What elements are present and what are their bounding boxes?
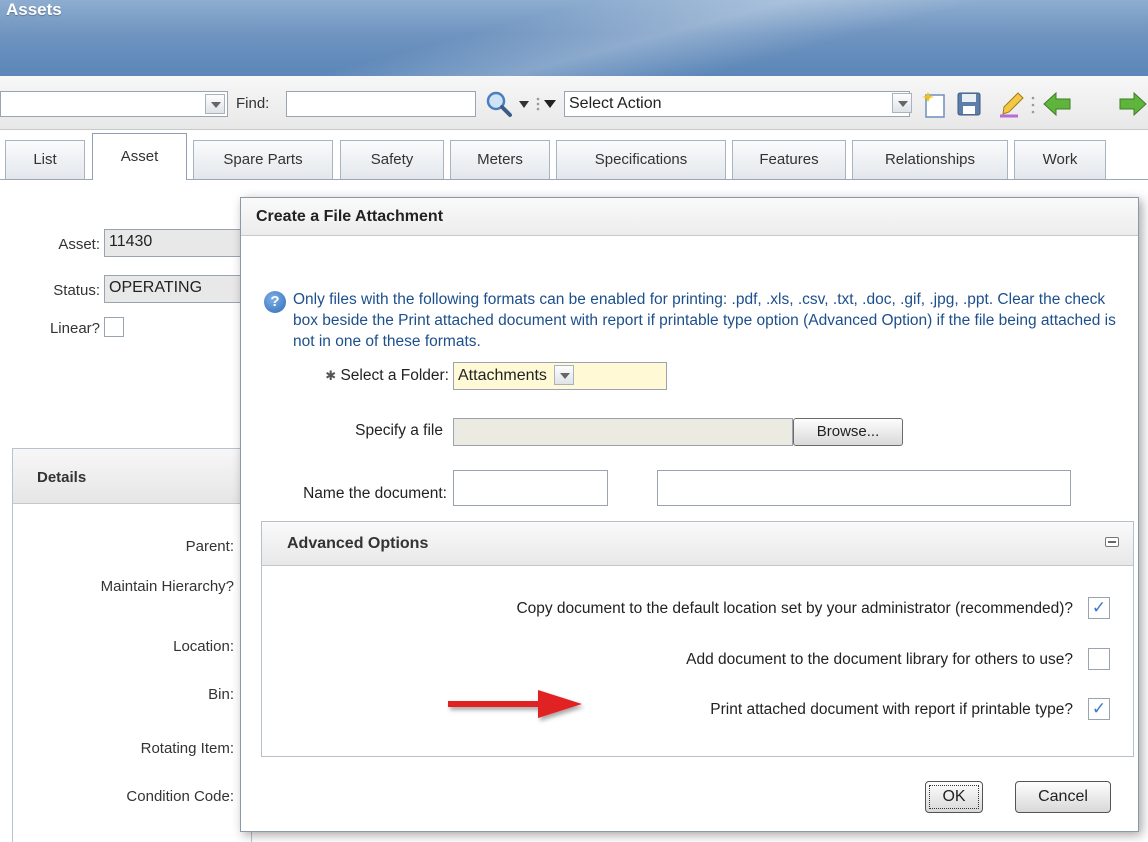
- browse-button[interactable]: Browse...: [793, 418, 903, 446]
- tab-list[interactable]: List: [5, 140, 85, 179]
- rotating-item-label: Rotating Item:: [140, 740, 234, 757]
- cancel-button[interactable]: Cancel: [1015, 781, 1111, 813]
- action-dropdown-icon[interactable]: [535, 96, 559, 112]
- action-select-button[interactable]: [890, 91, 912, 117]
- status-field[interactable]: OPERATING: [104, 275, 254, 303]
- chevron-down-icon[interactable]: [205, 94, 225, 114]
- search-icon[interactable]: [484, 89, 514, 119]
- ok-button[interactable]: OK: [925, 781, 983, 813]
- collapse-icon[interactable]: [1105, 537, 1119, 547]
- app-header: Assets: [0, 0, 1148, 76]
- bin-label: Bin:: [208, 686, 234, 703]
- asset-field[interactable]: 11430: [104, 229, 254, 257]
- advanced-options-title: Advanced Options: [262, 522, 1133, 566]
- tab-work[interactable]: Work: [1014, 140, 1106, 179]
- find-input[interactable]: [286, 91, 476, 117]
- maintain-hierarchy-label: Maintain Hierarchy?: [100, 578, 234, 595]
- query-select[interactable]: [0, 91, 228, 117]
- tab-meters[interactable]: Meters: [450, 140, 550, 179]
- linear-checkbox[interactable]: [104, 317, 124, 337]
- next-record-icon[interactable]: [1118, 89, 1148, 119]
- tab-features[interactable]: Features: [732, 140, 846, 179]
- file-attachment-dialog: Create a File Attachment ? Only files wi…: [240, 197, 1139, 832]
- select-action-label: Select Action: [569, 95, 662, 112]
- tab-specifications[interactable]: Specifications: [556, 140, 726, 179]
- select-action-dropdown[interactable]: Select Action: [564, 91, 910, 117]
- folder-label-wrap: ✱ Select a Folder:: [261, 367, 449, 385]
- chevron-down-icon[interactable]: [892, 93, 912, 113]
- tab-spare-parts[interactable]: Spare Parts: [193, 140, 333, 179]
- toolbar-separator: [1031, 96, 1035, 114]
- tab-safety[interactable]: Safety: [340, 140, 444, 179]
- info-message: Only files with the following formats ca…: [293, 291, 1116, 350]
- clear-changes-icon[interactable]: [996, 89, 1026, 119]
- required-icon: ✱: [325, 368, 337, 383]
- option-library-checkbox[interactable]: [1088, 648, 1110, 670]
- document-description-input[interactable]: [657, 470, 1071, 506]
- tab-bar: List Asset Spare Parts Safety Meters Spe…: [0, 130, 1148, 180]
- find-label: Find:: [236, 95, 270, 112]
- condition-code-label: Condition Code:: [126, 788, 234, 805]
- option-library-label: Add document to the document library for…: [686, 651, 1073, 668]
- search-options-icon[interactable]: [518, 100, 530, 110]
- advanced-options-panel: Advanced Options Copy document to the de…: [261, 521, 1134, 757]
- name-label: Name the document:: [303, 485, 447, 502]
- folder-label: Select a Folder:: [340, 367, 449, 384]
- new-record-icon[interactable]: [920, 89, 950, 119]
- linear-label: Linear?: [49, 320, 100, 337]
- app-title: Assets: [6, 0, 62, 19]
- previous-record-icon[interactable]: [1042, 89, 1072, 119]
- toolbar: Find: Select Action: [0, 76, 1148, 130]
- dialog-title: Create a File Attachment: [241, 198, 1138, 236]
- red-arrow-icon: [448, 690, 582, 718]
- parent-label: Parent:: [185, 538, 234, 555]
- option-copy-label: Copy document to the default location se…: [516, 600, 1073, 617]
- details-title: Details: [13, 449, 251, 504]
- chevron-down-icon[interactable]: [554, 365, 574, 385]
- folder-value: Attachments: [458, 367, 547, 384]
- save-icon[interactable]: [954, 89, 984, 119]
- file-path-input[interactable]: [453, 418, 793, 446]
- location-label: Location:: [173, 638, 234, 655]
- option-copy-checkbox[interactable]: ✓: [1088, 597, 1110, 619]
- status-label: Status:: [53, 282, 100, 299]
- document-name-input[interactable]: [453, 470, 608, 506]
- file-label: Specify a file: [355, 422, 443, 439]
- tab-relationships[interactable]: Relationships: [852, 140, 1008, 179]
- help-icon: ?: [264, 291, 286, 313]
- option-print-label: Print attached document with report if p…: [710, 701, 1073, 718]
- tab-asset[interactable]: Asset: [92, 133, 187, 180]
- header-decoration: [300, 0, 1000, 76]
- folder-select[interactable]: Attachments: [453, 362, 667, 390]
- asset-label: Asset:: [58, 236, 100, 253]
- option-print-checkbox[interactable]: ✓: [1088, 698, 1110, 720]
